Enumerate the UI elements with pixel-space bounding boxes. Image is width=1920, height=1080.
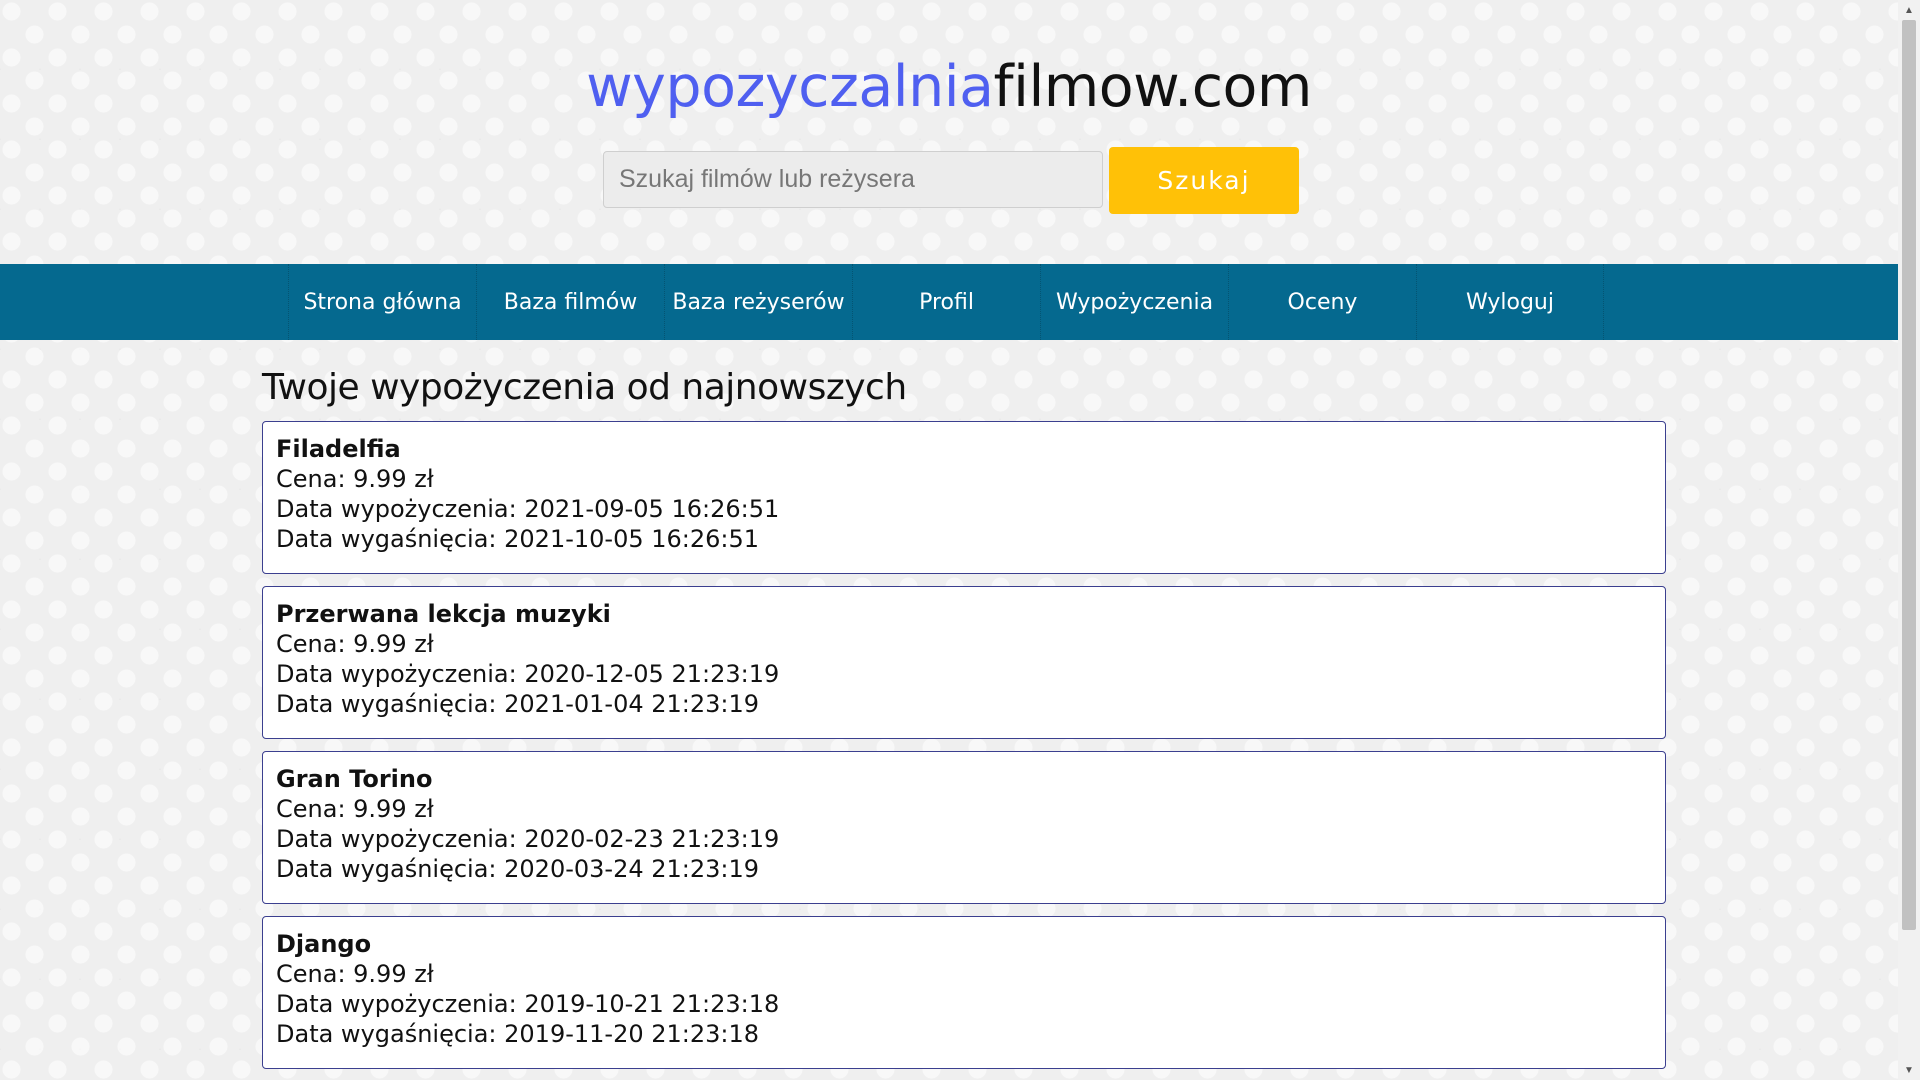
rental-price: Cena: 9.99 zł: [276, 960, 434, 988]
rental-title: Gran Torino: [276, 765, 433, 793]
nav-item-films[interactable]: Baza filmów: [476, 264, 664, 340]
search-button[interactable]: Szukaj: [1109, 147, 1299, 214]
logo-rest-text: filmow.com: [993, 54, 1313, 120]
rental-card: Filadelfia Cena: 9.99 zł Data wypożyczen…: [262, 421, 1666, 574]
nav-item-rentals[interactable]: Wypożyczenia: [1040, 264, 1228, 340]
rental-title: Przerwana lekcja muzyki: [276, 600, 611, 628]
rental-title: Filadelfia: [276, 435, 401, 463]
scrollbar-thumb[interactable]: [1902, 20, 1916, 930]
rental-expiry-date: Data wygaśnięcia: 2021-01-04 21:23:19: [276, 690, 760, 718]
rental-expiry-date: Data wygaśnięcia: 2020-03-24 21:23:19: [276, 855, 760, 883]
rental-date: Data wypożyczenia: 2021-09-05 16:26:51: [276, 495, 780, 523]
rental-card: Gran Torino Cena: 9.99 zł Data wypożycze…: [262, 751, 1666, 904]
search-input[interactable]: [603, 151, 1103, 208]
rental-date: Data wypożyczenia: 2020-12-05 21:23:19: [276, 660, 780, 688]
nav-items: Strona główna Baza filmów Baza reżyserów…: [288, 264, 1604, 340]
nav-item-ratings[interactable]: Oceny: [1228, 264, 1416, 340]
rental-expiry-date: Data wygaśnięcia: 2021-10-05 16:26:51: [276, 525, 760, 553]
rental-price: Cena: 9.99 zł: [276, 795, 434, 823]
rental-card: Przerwana lekcja muzyki Cena: 9.99 zł Da…: [262, 586, 1666, 739]
nav-item-profile[interactable]: Profil: [852, 264, 1040, 340]
page: wypozyczalniafilmow.com Szukaj Strona gł…: [0, 0, 1898, 1080]
rental-price: Cena: 9.99 zł: [276, 630, 434, 658]
scroll-up-arrow-icon[interactable]: ▲: [1898, 0, 1920, 20]
rental-title: Django: [276, 930, 372, 958]
main-content: Twoje wypożyczenia od najnowszych Filade…: [262, 362, 1666, 1080]
page-title: Twoje wypożyczenia od najnowszych: [262, 367, 907, 408]
nav-item-home[interactable]: Strona główna: [288, 264, 476, 340]
logo-accent-text: wypozyczalnia: [586, 54, 994, 120]
rental-expiry-date: Data wygaśnięcia: 2019-11-20 21:23:18: [276, 1020, 760, 1048]
rental-date: Data wypożyczenia: 2019-10-21 21:23:18: [276, 990, 780, 1018]
vertical-scrollbar[interactable]: ▲ ▼: [1898, 0, 1920, 1080]
nav-item-directors[interactable]: Baza reżyserów: [664, 264, 852, 340]
main-nav: Strona główna Baza filmów Baza reżyserów…: [0, 264, 1898, 340]
rental-card: Django Cena: 9.99 zł Data wypożyczenia: …: [262, 916, 1666, 1069]
rental-price: Cena: 9.99 zł: [276, 465, 434, 493]
rental-date: Data wypożyczenia: 2020-02-23 21:23:19: [276, 825, 780, 853]
nav-item-logout[interactable]: Wyloguj: [1416, 264, 1604, 340]
scroll-down-arrow-icon[interactable]: ▼: [1898, 1060, 1920, 1080]
rental-list: Filadelfia Cena: 9.99 zł Data wypożyczen…: [262, 421, 1666, 1069]
site-logo[interactable]: wypozyczalniafilmow.com: [0, 52, 1898, 122]
